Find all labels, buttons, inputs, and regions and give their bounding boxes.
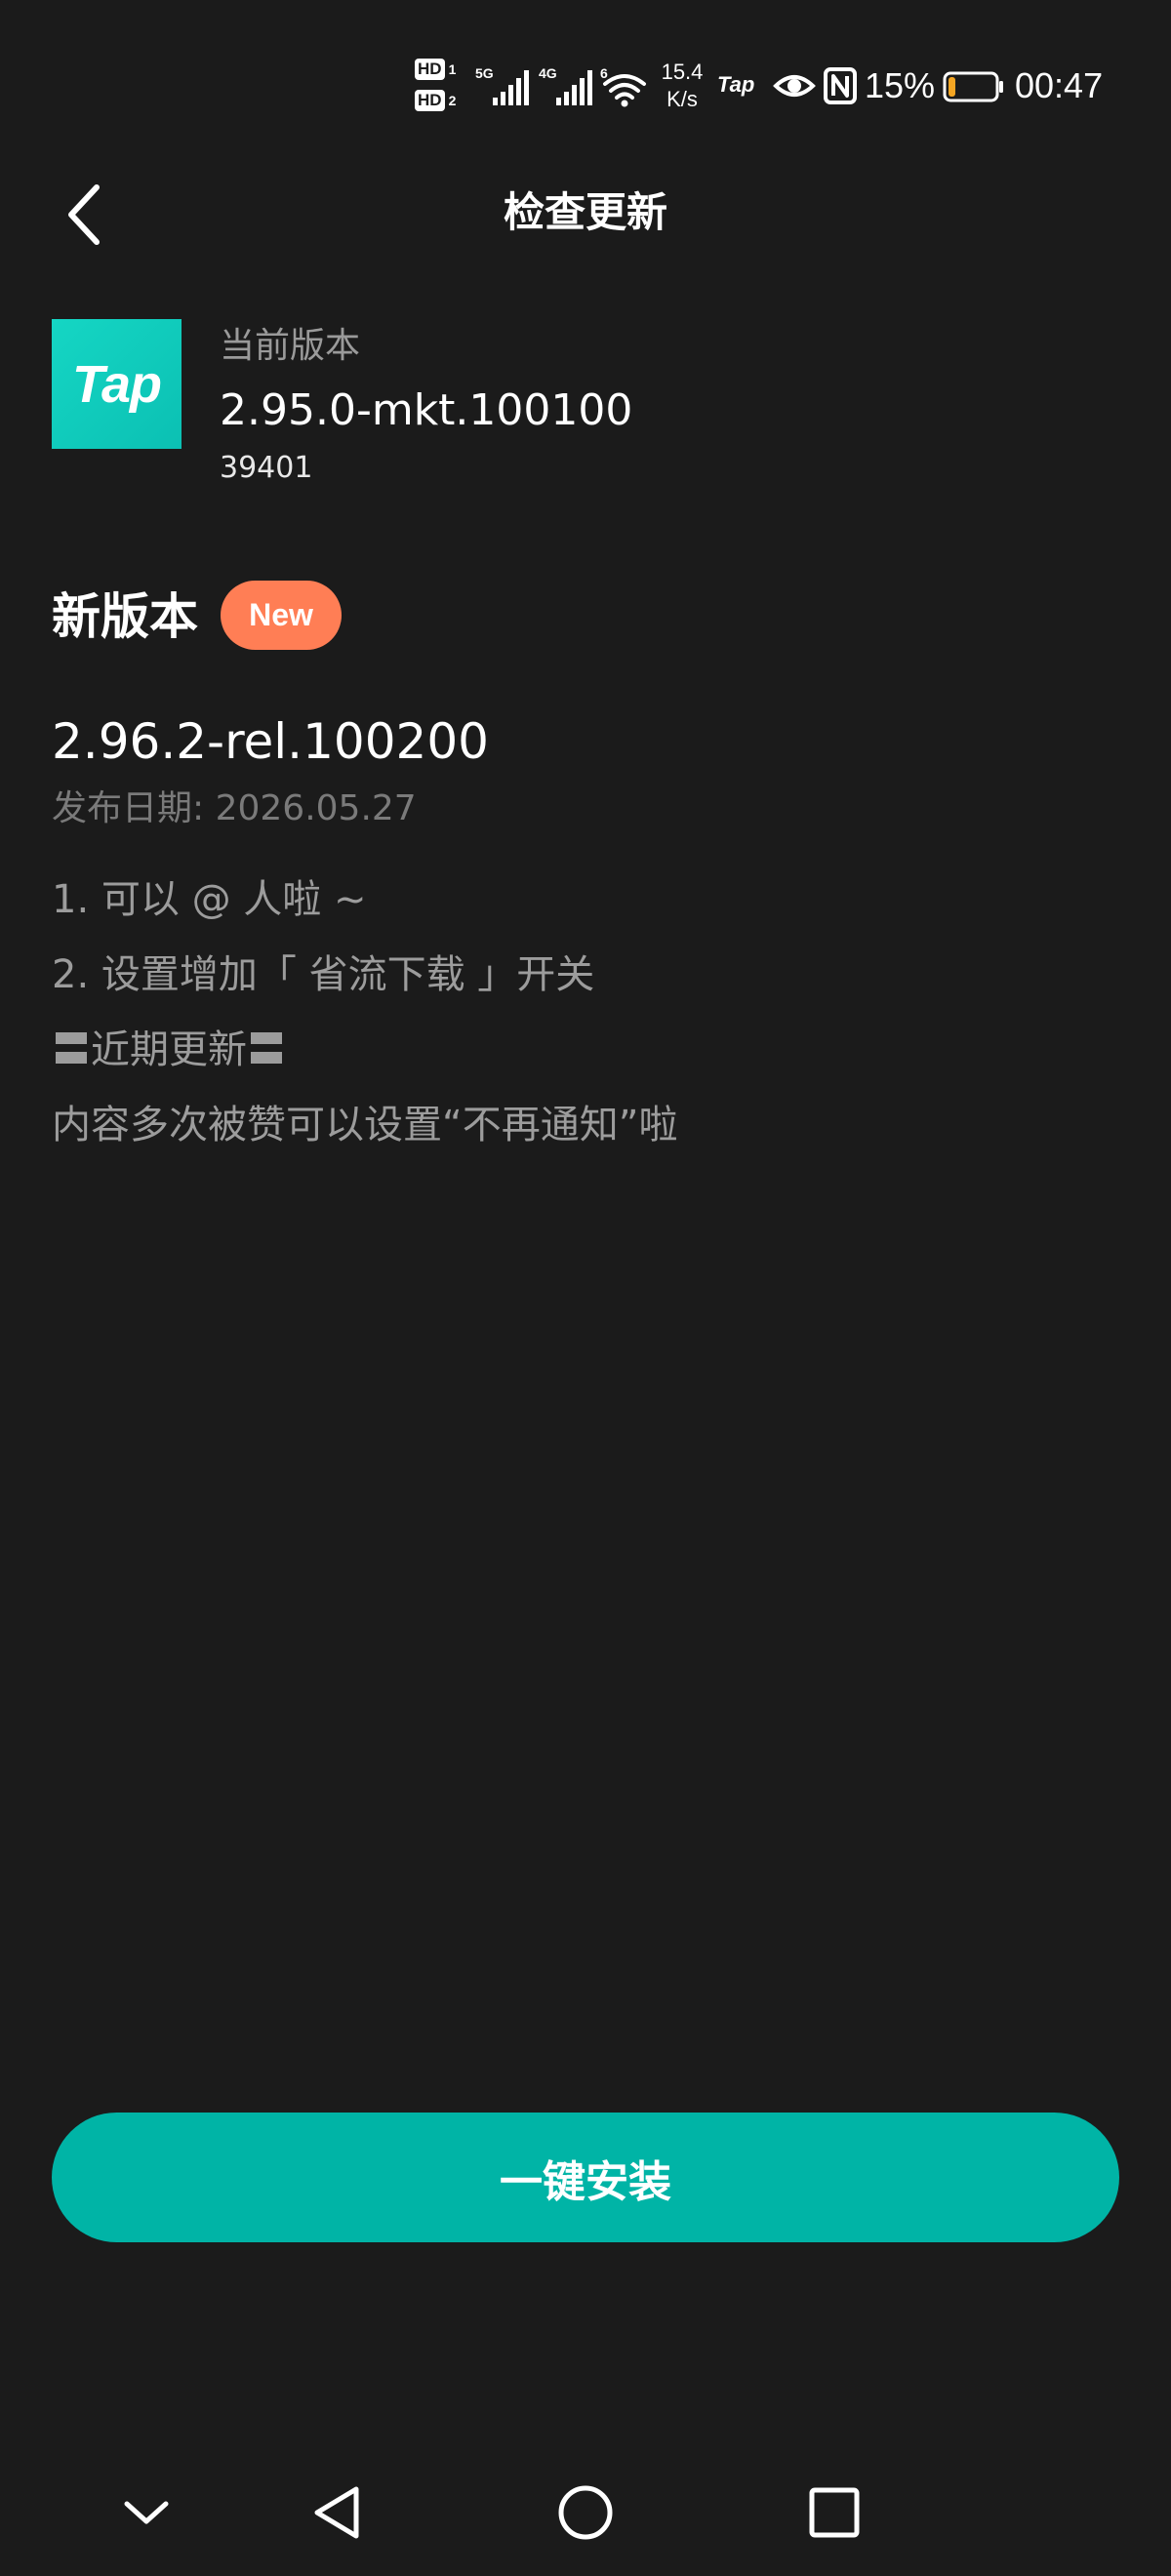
back-triangle-icon [314, 2486, 359, 2539]
nfc-icon [824, 67, 857, 104]
battery-percentage: 15% [865, 65, 936, 105]
release-note-line: 〓近期更新〓 [52, 1027, 286, 1072]
network-speed-unit: K/s [666, 87, 698, 111]
current-build-number: 39401 [220, 451, 313, 485]
navigation-bar [0, 2459, 1171, 2566]
new-version-number: 2.96.2-rel.100200 [52, 713, 489, 770]
wifi-standard-label: 6 [600, 65, 608, 81]
hd-slot-number: 2 [448, 93, 457, 108]
hd-indicator-2: HD 2 [415, 88, 465, 113]
clock: 00:47 [1015, 65, 1104, 105]
nav-hide-button[interactable] [107, 2459, 185, 2566]
hd-label: HD [415, 59, 445, 80]
new-badge: New [221, 581, 342, 650]
app-logo-text: Tap [72, 354, 162, 414]
nav-back-button[interactable] [298, 2459, 376, 2566]
network-type-label: 4G [539, 65, 557, 81]
nav-home-button[interactable] [546, 2459, 625, 2566]
hd-slot-number: 1 [448, 61, 457, 77]
release-note-line: 内容多次被赞可以设置“不再通知”啦 [52, 1103, 678, 1147]
install-button[interactable]: 一键安装 [52, 2113, 1119, 2242]
release-note-line: 1. 可以 @ 人啦 ~ [52, 877, 367, 922]
signal-4g-icon: 4G [539, 65, 592, 105]
nav-recents-button[interactable] [795, 2459, 873, 2566]
signal-5g-icon: 5G [475, 65, 529, 105]
hd-indicator-1: HD 1 [415, 57, 465, 82]
current-version-number: 2.95.0-mkt.100100 [220, 385, 633, 435]
hd-voice-indicators: HD 1 HD 2 [415, 57, 465, 117]
release-note-line: 2. 设置增加「 省流下载 」开关 [52, 952, 595, 997]
release-date: 发布日期: 2026.05.27 [52, 788, 417, 828]
app-logo: Tap [52, 319, 182, 449]
home-circle-icon [558, 2485, 613, 2540]
wifi-icon: 6 [600, 65, 646, 107]
network-type-label: 5G [475, 65, 494, 81]
current-version-label: 当前版本 [220, 326, 361, 366]
eye-comfort-icon [773, 75, 816, 97]
new-version-heading: 新版本 [52, 588, 198, 645]
page-title: 检查更新 [503, 188, 667, 236]
network-speed: 15.4 K/s [652, 59, 712, 113]
tap-notification-icon: Tap [717, 72, 755, 97]
chevron-down-icon [124, 2501, 169, 2524]
recents-square-icon [809, 2487, 860, 2538]
status-bar: HD 1 HD 2 5G 4G 6 15.4 K/s Tap 15% 00:47 [0, 55, 1171, 117]
network-speed-value: 15.4 [661, 60, 704, 84]
hd-label: HD [415, 90, 445, 111]
battery-icon [943, 71, 1003, 102]
release-notes: 1. 可以 @ 人啦 ~ 2. 设置增加「 省流下载 」开关 〓近期更新〓 内容… [52, 863, 677, 1163]
